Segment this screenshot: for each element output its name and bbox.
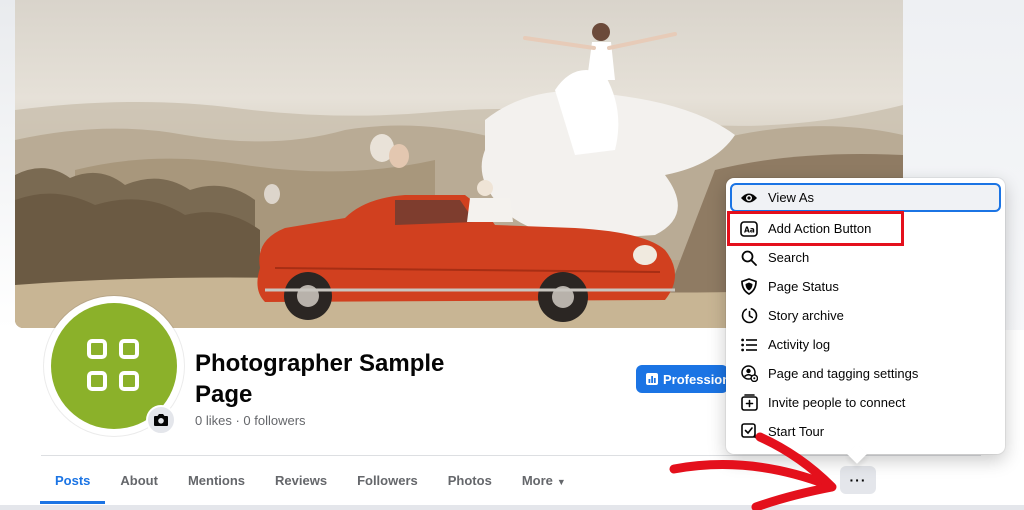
action-button-icon: Aa xyxy=(739,219,759,239)
tab-photos[interactable]: Photos xyxy=(433,462,507,500)
tab-mentions[interactable]: Mentions xyxy=(173,462,260,500)
menu-item-invite-people[interactable]: Invite people to connect xyxy=(730,388,1001,417)
tab-more[interactable]: More ▼ xyxy=(507,462,581,500)
more-options-button[interactable]: ··· xyxy=(840,466,876,494)
menu-item-label: Page and tagging settings xyxy=(768,366,919,381)
camera-icon xyxy=(154,414,168,426)
tab-reviews[interactable]: Reviews xyxy=(260,462,342,500)
tabs-divider xyxy=(41,455,981,456)
eye-icon xyxy=(739,188,759,208)
menu-item-activity-log[interactable]: Activity log xyxy=(730,330,1001,359)
menu-item-label: Page Status xyxy=(768,279,839,294)
page-tabs: Posts About Mentions Reviews Followers P… xyxy=(40,462,581,504)
menu-item-start-tour[interactable]: Start Tour xyxy=(730,417,1001,446)
menu-item-label: Start Tour xyxy=(768,424,825,439)
person-gear-icon xyxy=(739,364,759,384)
menu-item-search[interactable]: Search xyxy=(730,243,1001,272)
caret-down-icon: ▼ xyxy=(556,477,566,487)
menu-item-label: Activity log xyxy=(768,337,831,352)
menu-item-label: Invite people to connect xyxy=(768,395,906,410)
menu-item-view-as[interactable]: View As xyxy=(730,183,1001,212)
tour-icon xyxy=(739,422,759,442)
dashboard-icon xyxy=(646,373,658,385)
menu-item-add-action-button[interactable]: Aa Add Action Button xyxy=(730,214,1001,243)
svg-text:Aa: Aa xyxy=(744,225,755,234)
professional-dashboard-label: Professional dashboard xyxy=(663,371,728,387)
clock-icon xyxy=(739,306,759,326)
list-icon xyxy=(739,335,759,355)
professional-dashboard-button[interactable]: Professional dashboard xyxy=(636,365,728,393)
update-profile-picture-button[interactable] xyxy=(146,405,176,435)
page-stats: 0 likes · 0 followers xyxy=(195,413,306,428)
menu-item-label: Add Action Button xyxy=(768,221,872,236)
menu-item-story-archive[interactable]: Story archive xyxy=(730,301,1001,330)
invite-icon xyxy=(739,393,759,413)
tab-about[interactable]: About xyxy=(105,462,173,500)
shield-icon xyxy=(739,277,759,297)
menu-item-label: Search xyxy=(768,250,810,265)
page-options-menu: View As Aa Add Action Button Search Page… xyxy=(726,178,1005,454)
grid-logo-icon xyxy=(87,339,143,395)
tab-posts[interactable]: Posts xyxy=(40,462,106,504)
search-icon xyxy=(739,248,759,268)
menu-item-page-status[interactable]: Page Status xyxy=(730,272,1001,301)
menu-item-label: View As xyxy=(768,190,815,205)
tab-followers[interactable]: Followers xyxy=(342,462,433,500)
page-title: Photographer Sample Page xyxy=(195,350,445,408)
menu-item-page-and-tagging-settings[interactable]: Page and tagging settings xyxy=(730,359,1001,388)
bottom-strip xyxy=(0,505,1024,510)
tab-more-label: More xyxy=(521,473,553,488)
menu-item-label: Story archive xyxy=(768,308,844,323)
